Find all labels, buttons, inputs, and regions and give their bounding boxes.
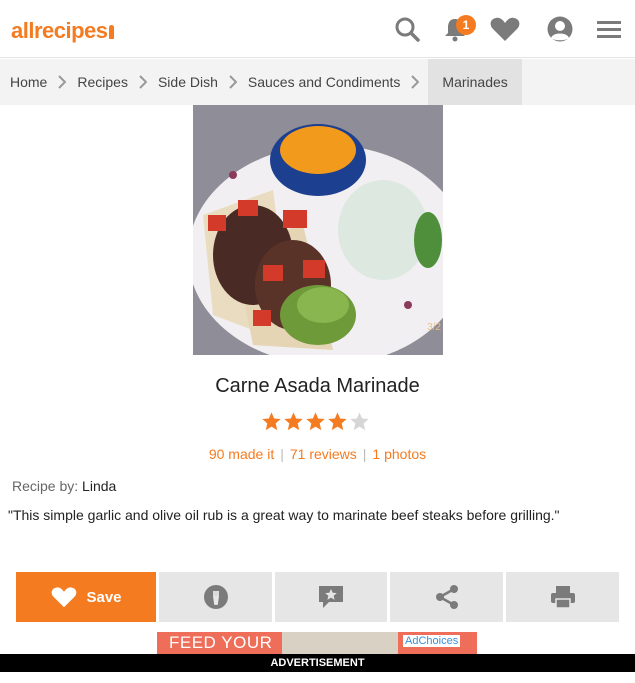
rating-stars[interactable] — [261, 411, 370, 433]
recipe-stats: 90 made it | 71 reviews | 1 photos — [0, 446, 635, 462]
heart-icon — [52, 587, 77, 608]
stats-divider: | — [280, 446, 284, 462]
star-filled-icon — [284, 412, 303, 431]
review-button[interactable] — [275, 572, 387, 622]
recipe-photo-image — [193, 105, 443, 355]
notification-badge: 1 — [456, 15, 476, 35]
reviews-link[interactable]: 71 reviews — [290, 446, 357, 462]
print-button[interactable] — [506, 572, 619, 622]
ad-image — [282, 632, 398, 654]
ad-text: FEED YOUR — [169, 633, 273, 652]
allrecipes-logo[interactable]: allrecipes — [11, 18, 114, 44]
chevron-right-icon — [410, 59, 420, 105]
logo-text: allrecipes — [11, 18, 108, 43]
advertisement-label: ADVERTISEMENT — [0, 654, 635, 672]
made-it-link[interactable]: 90 made it — [209, 446, 274, 462]
review-comment-icon — [319, 586, 343, 608]
save-label: Save — [86, 588, 122, 606]
breadcrumb-recipes[interactable]: Recipes — [67, 59, 138, 105]
profile-avatar-icon[interactable] — [546, 15, 574, 43]
chevron-right-icon — [57, 59, 67, 105]
recipe-by-label: Recipe by: — [12, 478, 79, 494]
ad-banner[interactable]: FEED YOUR AdChoices — [157, 632, 477, 654]
photos-link[interactable]: 1 photos — [372, 446, 426, 462]
chevron-right-icon — [228, 59, 238, 105]
favorites-heart-icon[interactable] — [489, 15, 521, 43]
adchoices-link[interactable]: AdChoices — [403, 635, 461, 647]
made-it-button[interactable] — [159, 572, 272, 622]
share-button[interactable] — [390, 572, 503, 622]
photo-date-stamp: 3/2 — [427, 322, 441, 333]
star-filled-icon — [262, 412, 281, 431]
recipe-title: Carne Asada Marinade — [215, 375, 420, 397]
chevron-right-icon — [138, 59, 148, 105]
save-button[interactable]: Save — [16, 572, 156, 622]
share-icon — [435, 585, 458, 609]
breadcrumb-side-dish[interactable]: Side Dish — [148, 59, 228, 105]
breadcrumb-home[interactable]: Home — [0, 59, 57, 105]
recipe-description: "This simple garlic and olive oil rub is… — [8, 507, 560, 523]
star-filled-icon — [306, 412, 325, 431]
breadcrumb-marinades[interactable]: Marinades — [428, 59, 522, 105]
menu-hamburger-icon[interactable] — [595, 15, 623, 43]
breadcrumb: Home Recipes Side Dish Sauces and Condim… — [0, 59, 635, 105]
author-link[interactable]: Linda — [82, 478, 116, 494]
stats-divider: | — [362, 446, 367, 462]
recipe-photo[interactable]: 3/2 — [193, 105, 443, 355]
logo-spoon-icon — [108, 25, 114, 39]
made-it-icon — [203, 585, 228, 609]
star-filled-icon — [328, 412, 347, 431]
search-icon[interactable] — [393, 15, 421, 43]
print-icon — [550, 586, 575, 609]
site-header: allrecipes 1 — [0, 0, 635, 58]
recipe-byline: Recipe by: Linda — [12, 478, 116, 494]
breadcrumb-sauces[interactable]: Sauces and Condiments — [238, 59, 411, 105]
star-empty-icon — [350, 412, 369, 431]
